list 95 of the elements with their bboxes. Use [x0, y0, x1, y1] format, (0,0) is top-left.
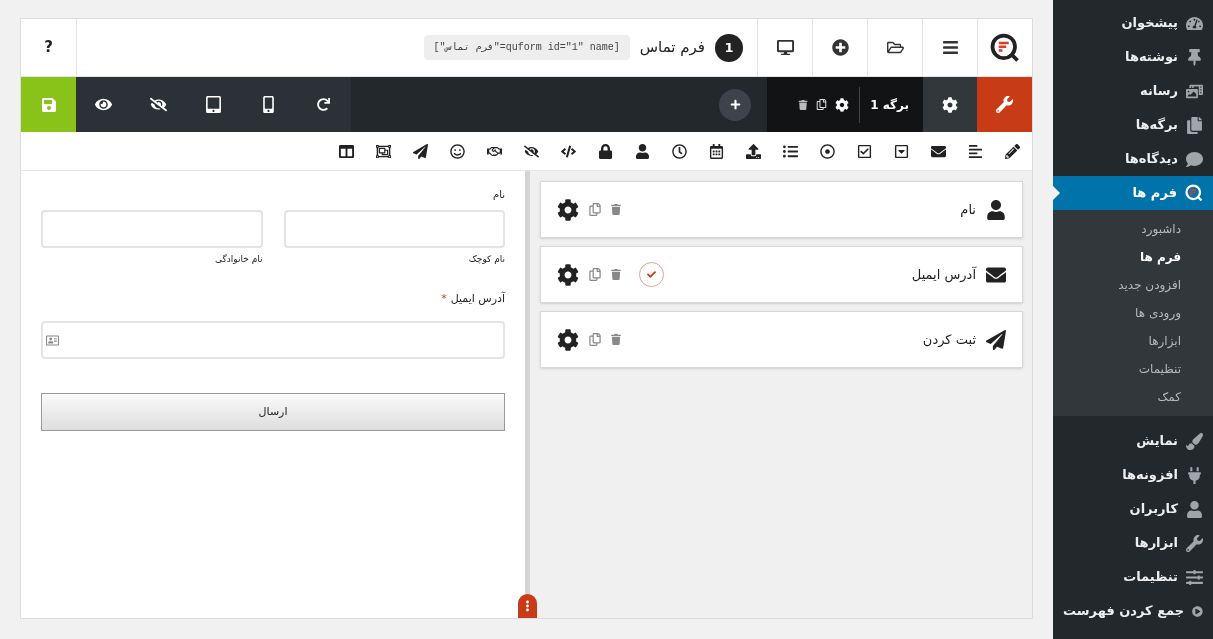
settings-icon[interactable]: [557, 263, 579, 286]
paper-plane-icon[interactable]: [413, 143, 428, 159]
copy-icon[interactable]: [816, 99, 828, 110]
plus-icon: [729, 99, 741, 110]
current-pointer-icon: [1053, 186, 1060, 200]
submit-button[interactable]: ارسال: [41, 393, 505, 431]
sliders-icon: [1186, 568, 1203, 586]
field-label: نام: [491, 188, 505, 202]
field-sublabel: نام کوچک: [467, 253, 505, 266]
monitor-icon: [776, 39, 794, 56]
eye-slash-icon: [150, 96, 167, 113]
sidebar-menu-item[interactable]: تنظیمات: [1053, 560, 1213, 594]
clock-icon[interactable]: [672, 143, 687, 159]
required-asterisk: *: [441, 290, 447, 307]
forms-logo-icon: [990, 32, 1020, 63]
plug-icon: [1186, 466, 1203, 484]
drag-handle-icon[interactable]: [518, 594, 537, 618]
sidebar-menu-item[interactable]: افزونه‌ها: [1053, 458, 1213, 492]
submenu-item[interactable]: ورودی ها: [1053, 299, 1213, 327]
code-icon[interactable]: [561, 143, 576, 159]
submenu-item[interactable]: ابزارها: [1053, 327, 1213, 355]
element-label: ثبت کردن: [922, 330, 976, 349]
save-icon: [40, 96, 57, 113]
calendar-icon[interactable]: [709, 143, 724, 159]
eye-slash-icon[interactable]: [524, 143, 539, 159]
form-element-card[interactable]: آدرس ایمیل: [540, 246, 1023, 303]
submenu-item[interactable]: کمک: [1053, 383, 1213, 411]
columns-icon[interactable]: [339, 143, 354, 159]
submenu-item[interactable]: فرم ها: [1053, 243, 1213, 271]
email-field[interactable]: [41, 321, 505, 359]
paintbrush-icon: [1186, 432, 1203, 450]
settings-icon: [942, 96, 958, 113]
paper-plane-icon: [986, 329, 1006, 350]
dropdown-icon[interactable]: [894, 143, 909, 159]
sidebar-menu-item[interactable]: فرم ها: [1053, 176, 1213, 210]
trash-icon[interactable]: [798, 99, 809, 110]
form-title: فرم تماس: [639, 37, 705, 59]
speech-bubble-icon: [1186, 150, 1203, 168]
object-group-icon[interactable]: [376, 143, 391, 159]
sidebar-menu-item[interactable]: نمایش: [1053, 424, 1213, 458]
help-button[interactable]: ?: [21, 19, 76, 76]
upload-icon[interactable]: [746, 143, 761, 159]
sidebar-menu-item[interactable]: جمع کردن فهرست: [1053, 594, 1213, 628]
pencil-icon[interactable]: [1005, 143, 1020, 159]
lock-icon[interactable]: [598, 143, 613, 159]
sidebar-menu-item[interactable]: رسانه: [1053, 74, 1213, 108]
sidebar-menu-item[interactable]: پیشخوان: [1053, 6, 1213, 40]
pages-icon: [1186, 116, 1203, 134]
page-tab[interactable]: برگه 1: [767, 77, 923, 132]
forms-logo-icon: [1185, 184, 1203, 202]
sidebar-menu-item[interactable]: کاربران: [1053, 492, 1213, 526]
settings-icon[interactable]: [835, 97, 850, 112]
smiley-icon[interactable]: [450, 143, 465, 159]
pin-icon: [1186, 48, 1203, 66]
element-label: آدرس ایمیل: [911, 265, 976, 285]
folder-icon: [886, 39, 904, 56]
user-icon: [1186, 500, 1203, 518]
settings-icon[interactable]: [557, 328, 579, 351]
settings-button[interactable]: [923, 77, 977, 132]
field-label: آدرس ایمیل: [450, 290, 505, 307]
first-name-field[interactable]: [283, 210, 505, 248]
checkbox-icon[interactable]: [857, 143, 872, 159]
wrench-icon: [1186, 534, 1203, 552]
reload-icon: [317, 98, 330, 111]
media-icon: [1186, 82, 1203, 100]
shortcode-field[interactable]: [quform id="1" name="فرم تماس"]: [423, 35, 630, 60]
eye-icon: [95, 96, 112, 113]
wrench-icon: [996, 96, 1013, 113]
submenu-item[interactable]: افزودن جدید: [1053, 271, 1213, 299]
list-icon[interactable]: [783, 143, 798, 159]
dashboard-gauge-icon: [1186, 14, 1203, 32]
form-element-card[interactable]: ثبت کردن: [540, 311, 1023, 368]
user-icon[interactable]: [635, 143, 650, 159]
sidebar-menu-item[interactable]: ابزارها: [1053, 526, 1213, 560]
settings-icon[interactable]: [557, 198, 579, 221]
settings-wrench-button[interactable]: [977, 77, 1032, 132]
form-number-badge: 1: [715, 33, 743, 62]
sidebar-menu-item[interactable]: نوشته‌ها: [1053, 40, 1213, 74]
user-icon: [986, 199, 1006, 220]
envelope-icon[interactable]: [931, 143, 946, 159]
last-name-field[interactable]: [41, 210, 263, 248]
align-left-icon[interactable]: [968, 143, 983, 159]
phone-icon: [260, 96, 277, 113]
submenu-item[interactable]: داشبورد: [1053, 215, 1213, 243]
contact-card-icon: [46, 333, 59, 347]
radio-icon[interactable]: [820, 143, 835, 159]
add-page-button[interactable]: [719, 88, 751, 121]
element-label: نام: [960, 200, 976, 219]
submenu-item[interactable]: تنظیمات: [1053, 355, 1213, 383]
sidebar-menu-item[interactable]: دیدگاه‌ها: [1053, 142, 1213, 176]
menu-icon: [941, 39, 959, 56]
field-sublabel: نام خانوادگی: [214, 253, 263, 266]
form-element-card[interactable]: نام: [540, 181, 1023, 238]
sidebar-menu-item[interactable]: برگه‌ها: [1053, 108, 1213, 142]
tablet-icon: [205, 96, 222, 113]
